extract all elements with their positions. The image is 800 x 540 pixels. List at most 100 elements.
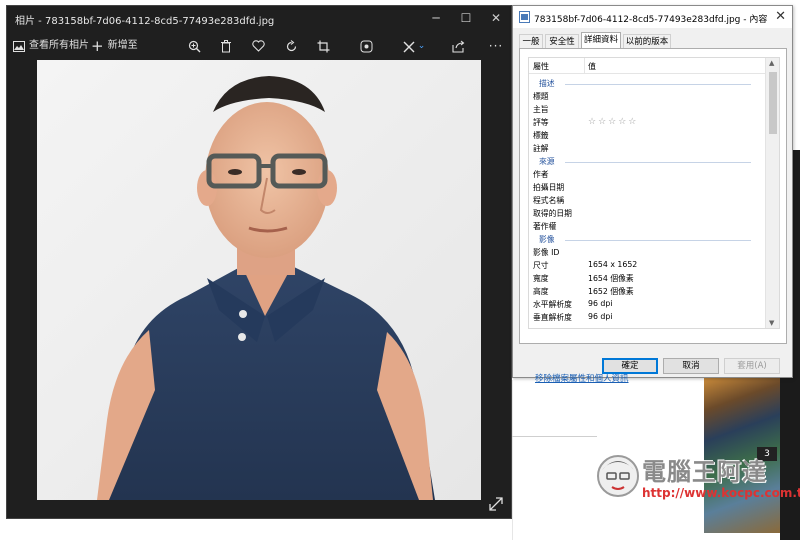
photos-titlebar[interactable]: 相片 - 783158bf-7d06-4112-8cd5-77493e283df… [7, 6, 511, 30]
table-row[interactable]: 主旨 [529, 103, 765, 116]
add-to-button[interactable]: + 新增至 [91, 36, 138, 56]
table-row[interactable]: 著作權 [529, 220, 765, 233]
watermark-logo [597, 455, 639, 497]
watermark-title: 電腦王阿達 [642, 458, 767, 486]
property-value: 1654 個像素 [588, 274, 634, 283]
table-row[interactable]: 高度 1652 個像素 [529, 285, 765, 298]
cancel-button[interactable]: 取消 [663, 358, 719, 374]
section-divider [565, 84, 751, 85]
tab-security[interactable]: 安全性 [545, 34, 579, 48]
share-button[interactable] [447, 36, 469, 56]
section-divider [565, 162, 751, 163]
property-value: 1652 個像素 [588, 287, 634, 296]
property-name: 著作權 [533, 222, 557, 231]
plus-icon: + [91, 37, 104, 55]
property-name: 作者 [533, 170, 549, 179]
property-value: 96 dpi [588, 299, 613, 308]
photo-viewer[interactable] [37, 60, 481, 500]
rotate-icon [286, 39, 296, 51]
vertical-scrollbar[interactable]: ▲ ▼ [765, 58, 779, 328]
enhance-icon [360, 40, 372, 52]
desktop: › › › › › › › › › 3 相片 - 783158bf-7d06-4… [0, 0, 800, 540]
table-row[interactable]: 拍攝日期 [529, 181, 765, 194]
property-name: 影像 ID [533, 248, 560, 257]
dialog-title: 783158bf-7d06-4112-8cd5-77493e283dfd.jpg… [534, 15, 768, 25]
file-icon [519, 11, 530, 23]
apply-button[interactable]: 套用(A) [724, 358, 780, 374]
table-row[interactable]: 作者 [529, 168, 765, 181]
scroll-up-icon[interactable]: ▲ [769, 59, 774, 67]
edit-create-button[interactable]: ⌄ [399, 36, 429, 56]
add-to-label: 新增至 [107, 40, 138, 51]
details-panel: 屬性 值 描述 標題 主旨 評等 ☆☆☆☆☆ 標籤 註解 來源 作者 拍攝日期 程式名稱 取得的日期著… [519, 48, 787, 384]
delete-button[interactable] [215, 36, 237, 56]
maximize-icon[interactable]: ☐ [451, 9, 481, 27]
property-name: 寬度 [533, 274, 549, 283]
property-name: 水平解析度 [533, 300, 572, 309]
share-icon [451, 40, 464, 53]
properties-dialog: 783158bf-7d06-4112-8cd5-77493e283dfd.jpg… [512, 5, 793, 384]
close-icon[interactable]: ✕ [481, 9, 511, 27]
scroll-down-icon[interactable]: ▼ [769, 319, 774, 327]
see-all-photos-button[interactable]: 查看所有相片 [13, 36, 89, 56]
table-row[interactable]: 評等 ☆☆☆☆☆ [529, 116, 765, 129]
see-all-photos-label: 查看所有相片 [29, 40, 89, 51]
table-row[interactable]: 程式名稱 [529, 194, 765, 207]
table-row[interactable]: 垂直解析度 96 dpi [529, 311, 765, 324]
section-label: 影像 [539, 235, 555, 244]
scrollbar-thumb[interactable] [769, 72, 777, 134]
more-button[interactable]: ··· [485, 36, 507, 56]
property-name: 主旨 [533, 105, 549, 114]
portrait-photo [37, 60, 481, 500]
section-label: 來源 [539, 157, 555, 166]
edit-icon [403, 41, 415, 52]
column-divider[interactable] [584, 58, 585, 74]
delete-icon [221, 39, 231, 52]
property-name: 標題 [533, 92, 549, 101]
table-header: 屬性 值 [529, 58, 765, 74]
table-row[interactable]: 水平解析度 96 dpi [529, 298, 765, 311]
enhance-button[interactable] [355, 36, 377, 56]
watermark: 電腦王阿達 http://www.kocpc.com.tw [596, 448, 800, 508]
favorite-button[interactable] [247, 36, 269, 56]
property-name: 取得的日期 [533, 209, 572, 218]
property-name: 註解 [533, 144, 549, 153]
column-header-value[interactable]: 值 [588, 61, 596, 72]
close-icon[interactable]: ✕ [775, 9, 786, 24]
dialog-tabs: 一般 安全性 詳細資料 以前的版本 [519, 32, 787, 48]
table-row[interactable]: 影像 ID [529, 246, 765, 259]
fullscreen-icon [489, 497, 503, 511]
crop-button[interactable] [312, 36, 334, 56]
property-value: 1654 x 1652 [588, 260, 638, 269]
photos-toolbar: 查看所有相片 + 新增至 ⌄ ··· [7, 32, 511, 60]
property-name: 尺寸 [533, 261, 549, 270]
crop-icon [317, 40, 329, 52]
watermark-url: http://www.kocpc.com.tw [642, 486, 800, 500]
tab-previous-versions[interactable]: 以前的版本 [623, 34, 671, 48]
property-name: 程式名稱 [533, 196, 565, 205]
property-name: 高度 [533, 287, 549, 296]
gallery-icon [13, 40, 25, 52]
table-row[interactable]: 寬度 1654 個像素 [529, 272, 765, 285]
tab-details[interactable]: 詳細資料 [581, 32, 621, 48]
column-header-property[interactable]: 屬性 [533, 61, 549, 72]
rating-stars[interactable]: ☆☆☆☆☆ [588, 117, 638, 127]
zoom-button[interactable] [183, 36, 205, 56]
tab-general[interactable]: 一般 [519, 34, 543, 48]
property-name: 標籤 [533, 131, 549, 140]
table-row[interactable]: 取得的日期 [529, 207, 765, 220]
background-divider [512, 436, 597, 437]
table-row[interactable]: 標籤 [529, 129, 765, 142]
rotate-button[interactable] [280, 36, 302, 56]
minimize-icon[interactable]: ─ [421, 9, 451, 27]
table-row[interactable]: 標題 [529, 90, 765, 103]
table-row[interactable]: 尺寸 1654 x 1652 [529, 259, 765, 272]
properties-table[interactable]: 屬性 值 描述 標題 主旨 評等 ☆☆☆☆☆ 標籤 註解 來源 作者 拍攝日期 程式名稱 取得的日期著… [528, 57, 780, 329]
section-header: 影像 [529, 233, 765, 246]
fullscreen-button[interactable] [487, 495, 507, 515]
property-name: 垂直解析度 [533, 313, 572, 322]
ok-button[interactable]: 確定 [602, 358, 658, 374]
dialog-titlebar[interactable]: 783158bf-7d06-4112-8cd5-77493e283dfd.jpg… [513, 6, 792, 28]
property-name: 拍攝日期 [533, 183, 565, 192]
table-row[interactable]: 註解 [529, 142, 765, 155]
